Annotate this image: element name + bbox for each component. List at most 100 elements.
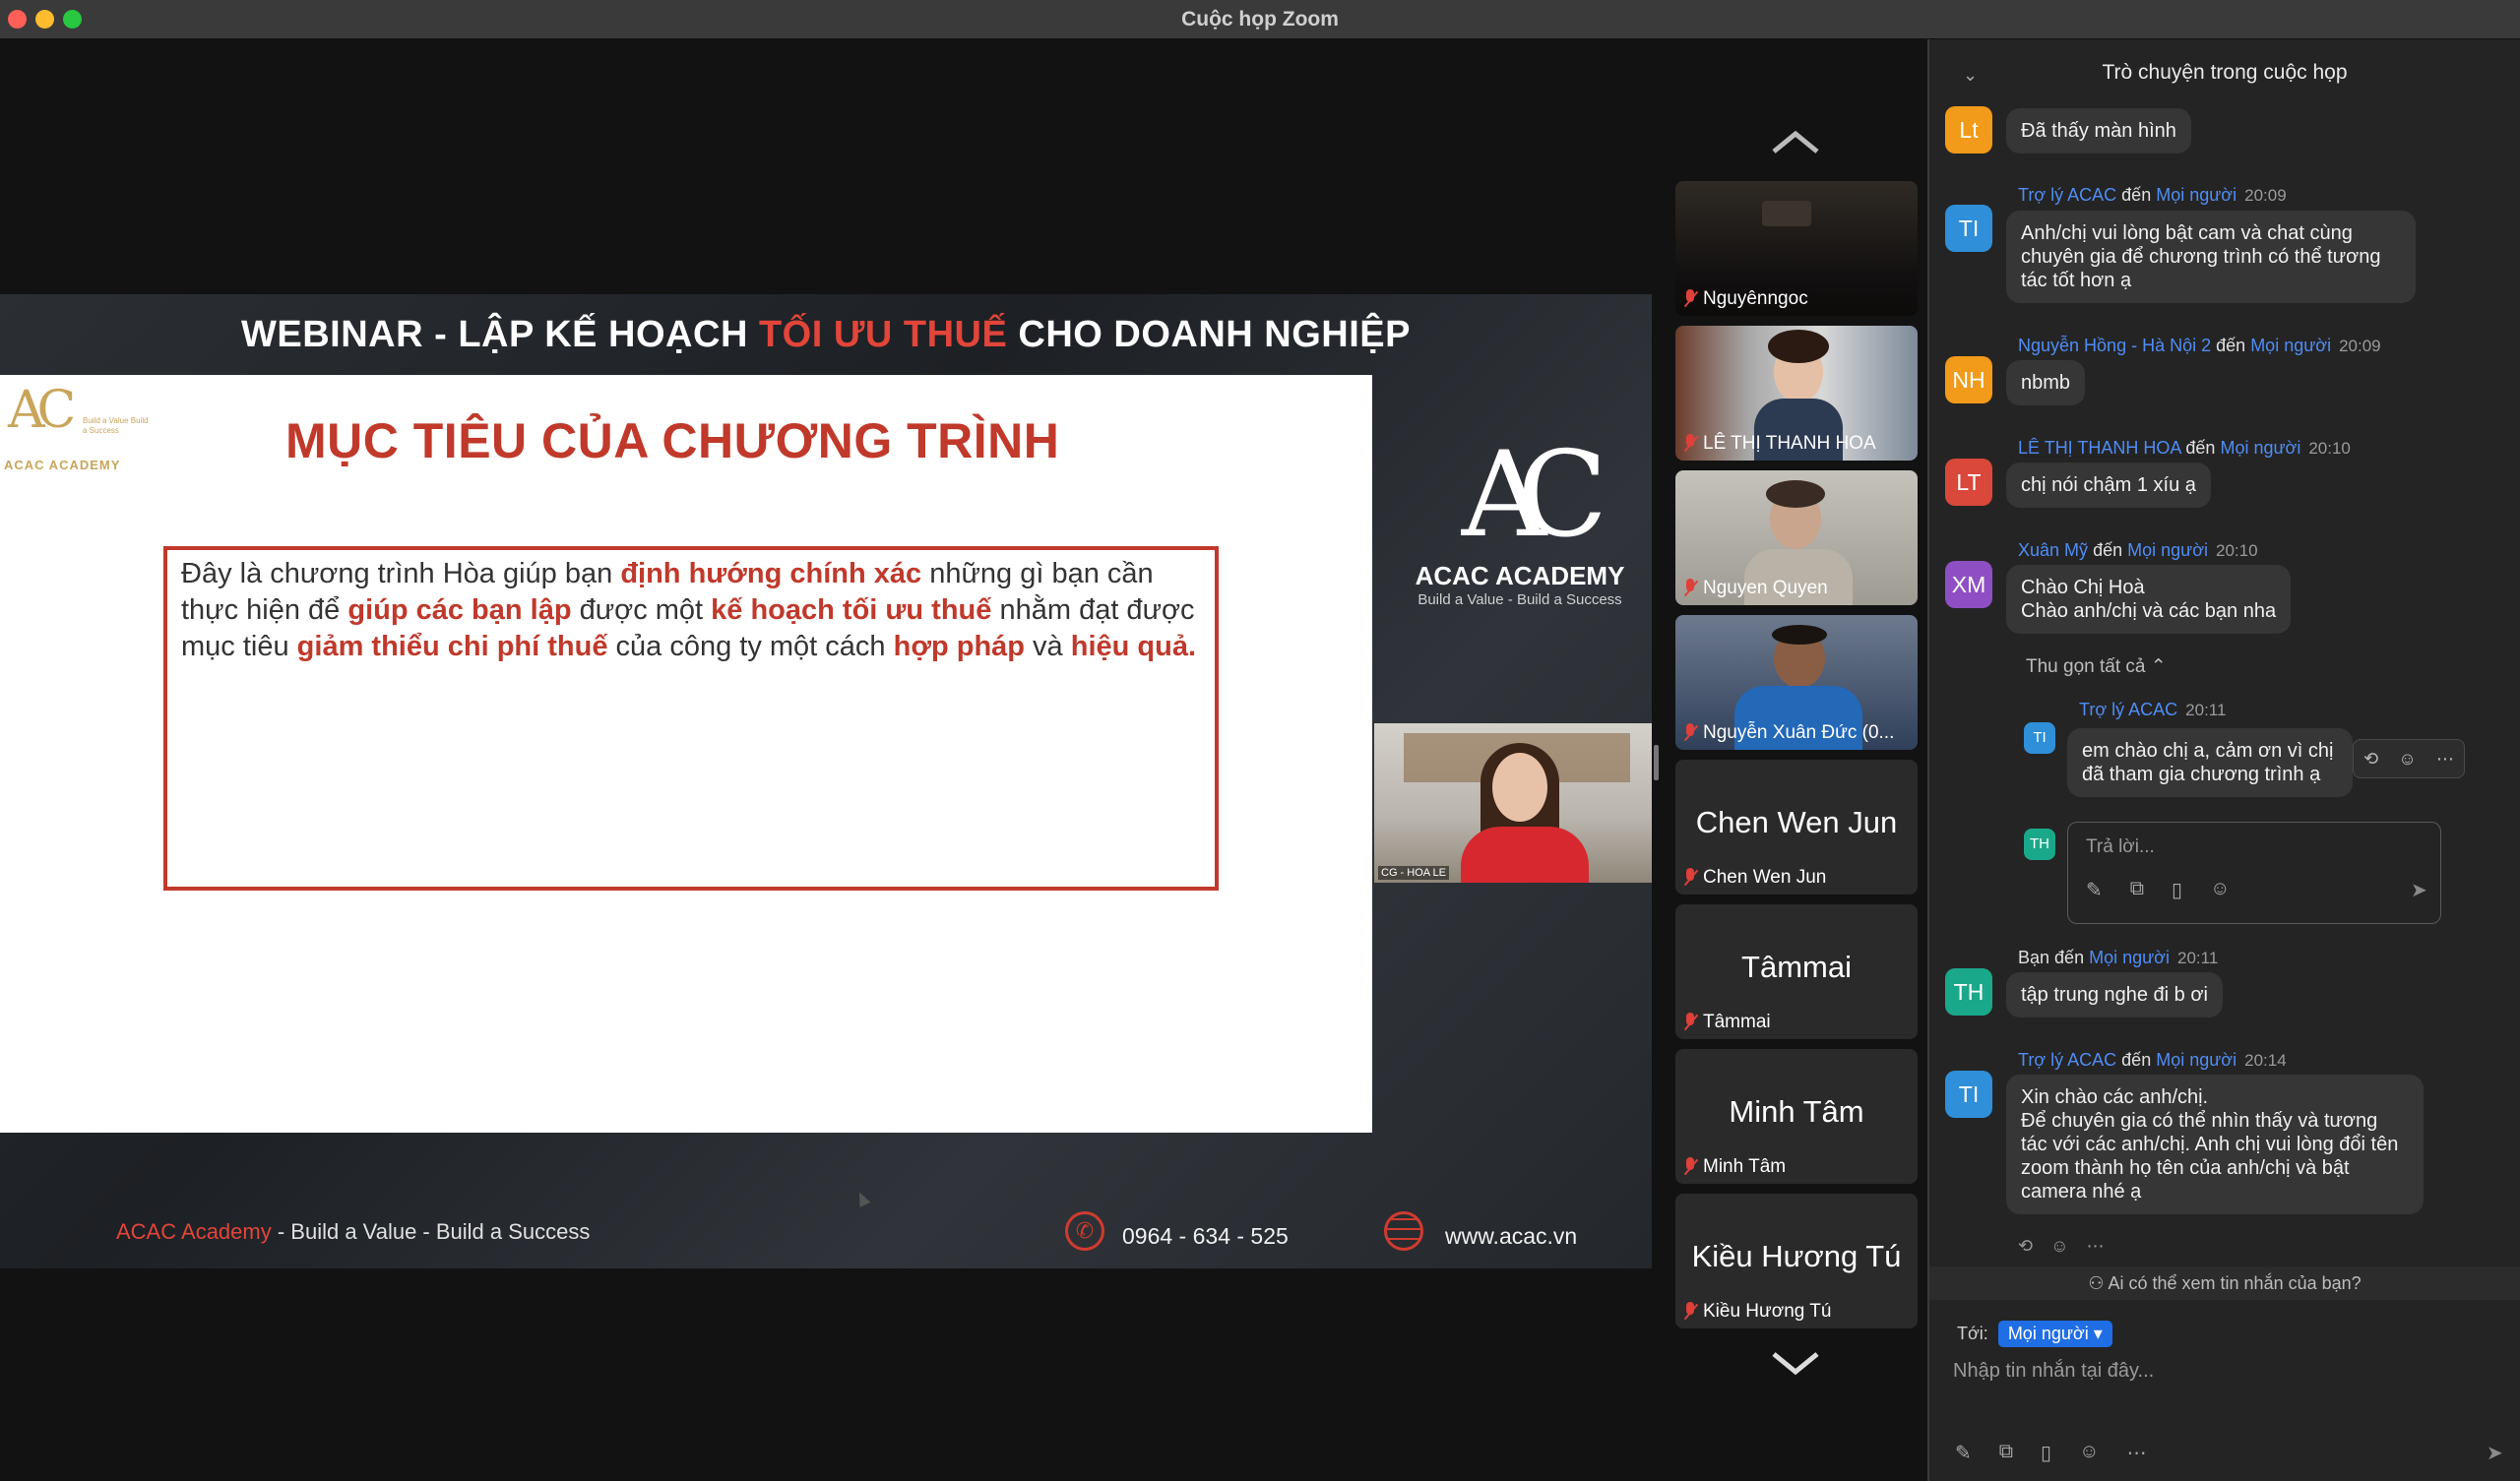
participant-hair (1768, 330, 1829, 363)
participant-name: Nguyênngoc (1683, 288, 1808, 310)
file-icon[interactable]: ▯ (2172, 878, 2182, 902)
to-word: đến (2054, 948, 2085, 967)
title-bar: Cuộc họp Zoom (0, 0, 2520, 39)
acac-logo-mark-big: AC (1461, 427, 1607, 564)
more-icon[interactable]: ⋯ (2086, 1236, 2104, 1257)
resize-handle[interactable] (1654, 745, 1659, 780)
caret-down-icon: ▾ (2093, 1324, 2103, 1343)
to-word: đến (2216, 336, 2246, 355)
collapse-all-link[interactable]: Thu gọn tất cả ⌃ (2026, 655, 2167, 678)
reply-toolbar: ✎ ⧉ ▯ ☺ (2086, 878, 2230, 902)
file-icon[interactable]: ▯ (2041, 1441, 2051, 1465)
who-can-see-link[interactable]: ⚇ Ai có thể xem tin nhắn của bạn? (1929, 1266, 2520, 1300)
slide-body-box: Đây là chương trình Hòa giúp bạn định hư… (163, 546, 1219, 891)
send-icon[interactable]: ➤ (2487, 1441, 2503, 1465)
participant-name: Minh Tâm (1683, 1156, 1786, 1178)
sender-name[interactable]: LÊ THỊ THANH HOA (2018, 438, 2180, 458)
footer-slogan: - Build a Value - Build a Success (271, 1219, 591, 1244)
recipient-name[interactable]: Mọi người (2220, 438, 2300, 458)
muted-mic-icon (1683, 579, 1697, 598)
participant-name: Kiều Hương Tú (1683, 1301, 1831, 1323)
sender-name[interactable]: Trợ lý ACAC (2018, 1050, 2116, 1070)
message-hover-actions: ⟲ ☺ ⋯ (2353, 739, 2465, 778)
muted-mic-icon (1683, 868, 1697, 888)
muted-mic-icon (1683, 1013, 1697, 1032)
sender-name[interactable]: Trợ lý ACAC (2018, 185, 2116, 205)
recipient-name[interactable]: Mọi người (2156, 185, 2236, 205)
format-icon[interactable]: ✎ (1955, 1441, 1972, 1465)
reply-input[interactable]: Trả lời... ✎ ⧉ ▯ ☺ ➤ (2067, 822, 2441, 924)
participant-hair (1772, 625, 1827, 645)
participant-tile[interactable]: Chen Wen Jun Chen Wen Jun (1675, 760, 1918, 895)
participant-display-name: Minh Tâm (1729, 1094, 1864, 1129)
slide-footer: ACAC Academy - Build a Value - Build a S… (0, 1202, 1652, 1268)
person-icon: ⚇ (2088, 1273, 2105, 1293)
phone-icon: ✆ (1065, 1211, 1104, 1251)
emoji-icon[interactable]: ☺ (2210, 878, 2230, 902)
message-meta: Xuân Mỹ đến Mọi người 20:10 (2018, 540, 2258, 561)
avatar: XM (1945, 561, 1992, 608)
participant-tile[interactable]: Nguyen Quyen (1675, 470, 1918, 605)
message-meta: Trợ lý ACAC đến Mọi người 20:14 (2018, 1050, 2287, 1071)
send-icon[interactable]: ➤ (2411, 878, 2427, 902)
message-meta: Nguyễn Hồng - Hà Nội 2 đến Mọi người 20:0… (2018, 336, 2381, 356)
emoji-react-icon[interactable]: ☺ (2398, 749, 2416, 770)
participant-tile[interactable]: Kiều Hương Tú Kiều Hương Tú (1675, 1194, 1918, 1328)
chevron-up-icon: ⌃ (2150, 656, 2167, 677)
participant-tile[interactable]: Minh Tâm Minh Tâm (1675, 1049, 1918, 1184)
participant-name: Nguyễn Xuân Đức (0... (1683, 722, 1894, 744)
to-word: đến (2185, 438, 2216, 458)
acac-logo-text: ACAC ACADEMY (4, 458, 121, 472)
recipient-name[interactable]: Mọi người (2089, 948, 2170, 967)
recipient-name[interactable]: Mọi người (2250, 336, 2331, 355)
message-time: 20:11 (2177, 949, 2219, 967)
shared-screen[interactable]: WEBINAR - LẬP KẾ HOẠCH TỐI ƯU THUẾ CHO D… (0, 294, 1652, 1268)
collapse-all-label: Thu gọn tất cả (2026, 656, 2146, 677)
participant-name: Tâmmai (1683, 1012, 1771, 1033)
emoji-icon[interactable]: ☺ (2079, 1441, 2099, 1465)
participant-tile[interactable]: Nguyễn Xuân Đức (0... (1675, 615, 1918, 750)
reply-icon[interactable]: ⟲ (2363, 749, 2378, 770)
screenshot-icon[interactable]: ⧉ (2130, 878, 2144, 902)
recipient-name[interactable]: Mọi người (2127, 540, 2208, 560)
more-icon[interactable]: ⋯ (2436, 749, 2454, 770)
scroll-up-icon[interactable] (1770, 128, 1821, 157)
slide-text: và (1025, 631, 1071, 662)
footer-website: www.acac.vn (1445, 1223, 1578, 1249)
participant-name-label: Tâmmai (1703, 1012, 1771, 1032)
participant-name-label: Nguyen Quyen (1703, 578, 1828, 598)
participant-name: LÊ THỊ THANH HOA (1683, 433, 1876, 455)
sender-name[interactable]: Trợ lý ACAC (2079, 700, 2177, 719)
slide-highlight-text: hiệu quả. (1070, 631, 1197, 662)
avatar: TH (2024, 829, 2055, 860)
recipient-dropdown[interactable]: Mọi người ▾ (1997, 1321, 2112, 1347)
reply-icon[interactable]: ⟲ (2018, 1236, 2033, 1257)
chat-input[interactable]: Nhập tin nhắn tại đây... (1953, 1360, 2154, 1383)
reply-meta: Trợ lý ACAC 20:11 (2079, 700, 2226, 720)
format-icon[interactable]: ✎ (2086, 878, 2103, 902)
screenshot-icon[interactable]: ⧉ (1999, 1441, 2013, 1465)
slide-heading: MỤC TIÊU CỦA CHƯƠNG TRÌNH (285, 413, 1060, 468)
message-time: 20:10 (2216, 541, 2258, 560)
participant-name-label: LÊ THỊ THANH HOA (1703, 433, 1876, 454)
avatar: Lt (1945, 106, 1992, 154)
message-time: 20:09 (2339, 337, 2381, 355)
emoji-react-icon[interactable]: ☺ (2050, 1236, 2068, 1257)
participant-tile[interactable]: LÊ THỊ THANH HOA (1675, 326, 1918, 461)
participant-name: Chen Wen Jun (1683, 867, 1826, 889)
recipient-name[interactable]: Mọi người (2156, 1050, 2236, 1070)
avatar: TH (1945, 968, 1992, 1016)
participant-name-label: Minh Tâm (1703, 1156, 1787, 1177)
sender-name[interactable]: Nguyễn Hồng - Hà Nội 2 (2018, 336, 2211, 355)
avatar: LT (1945, 459, 1992, 506)
banner-text-pre: WEBINAR - LẬP KẾ HOẠCH (241, 314, 759, 355)
scroll-down-icon[interactable] (1770, 1348, 1821, 1378)
acac-logo-mark: AC (8, 381, 76, 440)
to-label: Tới: (1957, 1324, 1988, 1343)
participant-tile[interactable]: Tâmmai Tâmmai (1675, 904, 1918, 1039)
slide-banner: WEBINAR - LẬP KẾ HOẠCH TỐI ƯU THUẾ CHO D… (0, 294, 1652, 375)
participant-tile[interactable]: Nguyênngoc (1675, 181, 1918, 316)
sender-name[interactable]: Xuân Mỹ (2018, 540, 2088, 560)
muted-mic-icon (1683, 1302, 1697, 1322)
more-icon[interactable]: ⋯ (2126, 1441, 2146, 1465)
